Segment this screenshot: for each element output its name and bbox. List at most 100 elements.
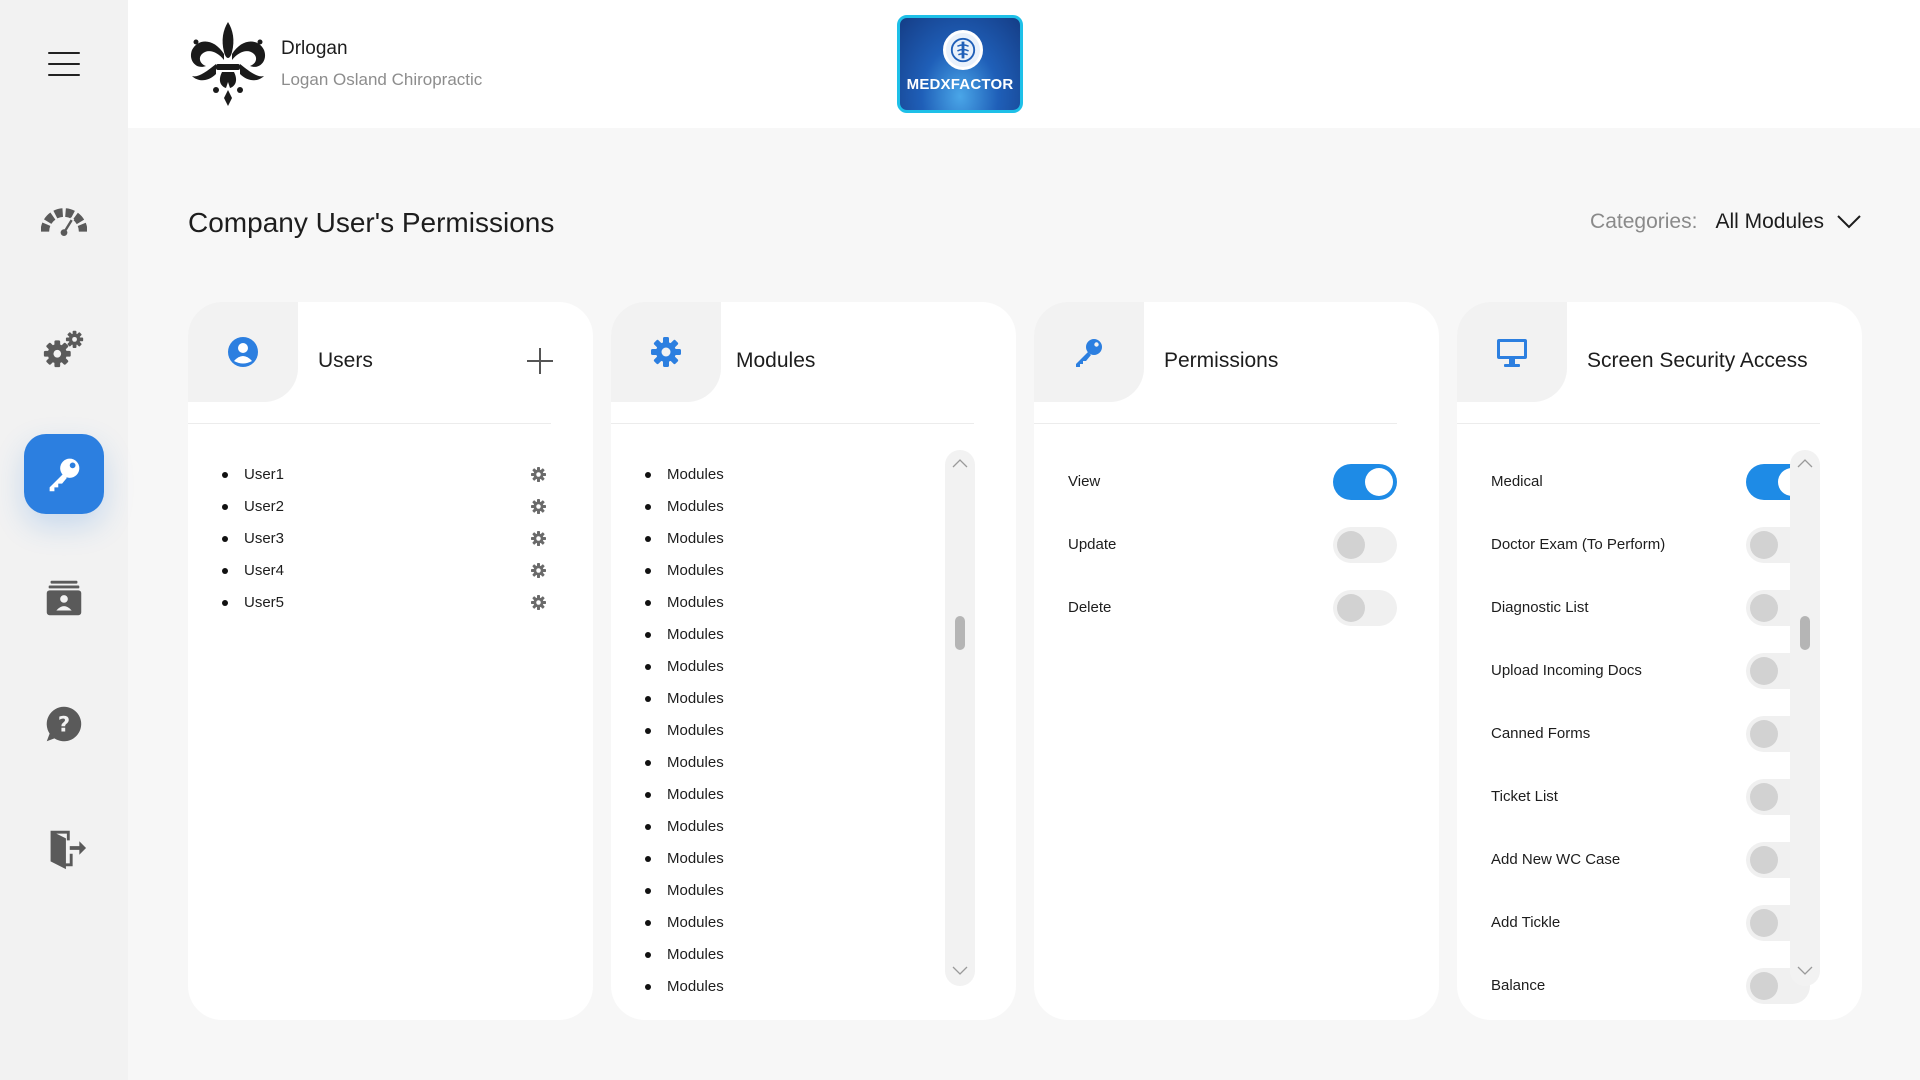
user-settings-gear-icon[interactable] bbox=[530, 498, 547, 515]
sidebar-item-permissions[interactable] bbox=[24, 434, 104, 514]
sidebar-item-dashboard[interactable] bbox=[24, 184, 104, 264]
permission-row-toggle[interactable] bbox=[1333, 527, 1397, 563]
medxfactor-logo: MEDXFACTOR bbox=[897, 15, 1023, 113]
module-list-item[interactable]: Modules bbox=[645, 842, 946, 874]
brand-subtitle: Logan Osland Chiropractic bbox=[281, 70, 483, 89]
module-list-item[interactable]: Modules bbox=[645, 618, 946, 650]
toggle-knob bbox=[1750, 657, 1778, 685]
users-list: User1 User2 User3 User4 User5 bbox=[222, 458, 553, 618]
user-settings-gear-icon[interactable] bbox=[530, 562, 547, 579]
scroll-down-arrow-icon[interactable] bbox=[952, 966, 968, 976]
module-name: Modules bbox=[667, 753, 724, 771]
module-list-item[interactable]: Modules bbox=[645, 970, 946, 1002]
module-list-item[interactable]: Modules bbox=[645, 586, 946, 618]
user-list-item[interactable]: User4 bbox=[222, 554, 553, 586]
toggle-knob bbox=[1365, 468, 1393, 496]
screen-access-row: Doctor Exam (To Perform) bbox=[1491, 513, 1810, 576]
screen-access-row: Medical bbox=[1491, 450, 1810, 513]
module-list-item[interactable]: Modules bbox=[645, 714, 946, 746]
module-list-item[interactable]: Modules bbox=[645, 938, 946, 970]
toggle-knob bbox=[1750, 846, 1778, 874]
user-settings-gear-icon[interactable] bbox=[530, 466, 547, 483]
user-list-item[interactable]: User1 bbox=[222, 458, 553, 490]
screen-access-row: Canned Forms bbox=[1491, 702, 1810, 765]
sidebar-item-logout[interactable] bbox=[24, 808, 104, 888]
user-list-item[interactable]: User2 bbox=[222, 490, 553, 522]
toggle-knob bbox=[1750, 531, 1778, 559]
toggle-knob bbox=[1750, 909, 1778, 937]
menu-hamburger-icon[interactable] bbox=[48, 52, 80, 76]
screen-access-row-label: Ticket List bbox=[1491, 788, 1558, 805]
modules-card-icon-tab bbox=[611, 302, 721, 402]
permissions-card: Permissions View Update Delete bbox=[1034, 302, 1439, 1020]
gear-icon bbox=[651, 337, 681, 367]
user-list-item[interactable]: User5 bbox=[222, 586, 553, 618]
screen-access-row-label: Diagnostic List bbox=[1491, 599, 1589, 616]
users-card-divider bbox=[188, 423, 551, 424]
top-header: Drlogan Logan Osland Chiropractic MEDXFA… bbox=[128, 0, 1920, 128]
screen-security-card-icon-tab bbox=[1457, 302, 1567, 402]
module-list-item[interactable]: Modules bbox=[645, 682, 946, 714]
module-list-item[interactable]: Modules bbox=[645, 810, 946, 842]
sidebar: ? bbox=[0, 0, 128, 1080]
user-list-item[interactable]: User3 bbox=[222, 522, 553, 554]
medxfactor-logo-text: MEDXFACTOR bbox=[906, 76, 1014, 93]
scroll-up-arrow-icon[interactable] bbox=[1797, 458, 1813, 468]
screen-security-scrollbar[interactable] bbox=[1790, 450, 1820, 986]
user-name: User2 bbox=[244, 497, 285, 515]
user-name: User3 bbox=[244, 529, 285, 547]
user-settings-gear-icon[interactable] bbox=[530, 594, 547, 611]
module-list-item[interactable]: Modules bbox=[645, 906, 946, 938]
screen-access-row: Balance bbox=[1491, 954, 1810, 1017]
user-name: User1 bbox=[244, 465, 285, 483]
module-list-item[interactable]: Modules bbox=[645, 554, 946, 586]
screen-access-row-label: Medical bbox=[1491, 473, 1543, 490]
module-name: Modules bbox=[667, 721, 724, 739]
permission-row-toggle[interactable] bbox=[1333, 464, 1397, 500]
module-list-item[interactable]: Modules bbox=[645, 490, 946, 522]
categories-selected-value: All Modules bbox=[1715, 210, 1824, 233]
user-settings-gear-icon[interactable] bbox=[530, 530, 547, 547]
monitor-icon bbox=[1497, 339, 1527, 367]
categories-dropdown[interactable]: Categories: All Modules bbox=[1590, 210, 1862, 234]
permissions-card-title: Permissions bbox=[1164, 349, 1279, 372]
modules-card-title: Modules bbox=[736, 349, 816, 372]
screen-access-row-label: Add New WC Case bbox=[1491, 851, 1621, 868]
sidebar-item-settings[interactable] bbox=[24, 308, 104, 388]
user-name: User5 bbox=[244, 593, 285, 611]
screen-security-card: Screen Security Access Medical Doctor Exa… bbox=[1457, 302, 1862, 1020]
permissions-card-icon-tab bbox=[1034, 302, 1144, 402]
screen-security-card-divider bbox=[1457, 423, 1820, 424]
permission-row: View bbox=[1068, 450, 1397, 513]
toggle-knob bbox=[1337, 594, 1365, 622]
modules-card: Modules Modules Modules Modules Modules Modu… bbox=[611, 302, 1016, 1020]
screen-access-row: Add New WC Case bbox=[1491, 828, 1810, 891]
contacts-card-icon bbox=[46, 580, 82, 616]
permission-row-label: Update bbox=[1068, 536, 1117, 553]
scroll-up-arrow-icon[interactable] bbox=[952, 458, 968, 468]
sidebar-item-help[interactable]: ? bbox=[24, 684, 104, 764]
module-list-item[interactable]: Modules bbox=[645, 778, 946, 810]
module-list-item[interactable]: Modules bbox=[645, 874, 946, 906]
module-name: Modules bbox=[667, 625, 724, 643]
permission-row-toggle[interactable] bbox=[1333, 590, 1397, 626]
module-list-item[interactable]: Modules bbox=[645, 746, 946, 778]
logout-door-icon bbox=[50, 830, 87, 870]
module-list-item[interactable]: Modules bbox=[645, 458, 946, 490]
module-list-item[interactable]: Modules bbox=[645, 650, 946, 682]
screen-access-row: Ticket List bbox=[1491, 765, 1810, 828]
add-user-button[interactable] bbox=[525, 346, 555, 376]
permission-row-label: Delete bbox=[1068, 599, 1112, 616]
modules-scrollbar[interactable] bbox=[945, 450, 975, 986]
sidebar-item-contacts[interactable] bbox=[24, 558, 104, 638]
permission-row: Update bbox=[1068, 513, 1397, 576]
module-list-item[interactable]: Modules bbox=[645, 522, 946, 554]
key-icon bbox=[49, 458, 80, 492]
screen-security-card-title: Screen Security Access bbox=[1587, 349, 1808, 372]
permissions-toggle-list: View Update Delete bbox=[1068, 450, 1397, 639]
scroll-down-arrow-icon[interactable] bbox=[1797, 966, 1813, 976]
toggle-knob bbox=[1750, 720, 1778, 748]
module-name: Modules bbox=[667, 881, 724, 899]
screen-security-scroll-thumb[interactable] bbox=[1800, 616, 1810, 650]
modules-scroll-thumb[interactable] bbox=[955, 616, 965, 650]
